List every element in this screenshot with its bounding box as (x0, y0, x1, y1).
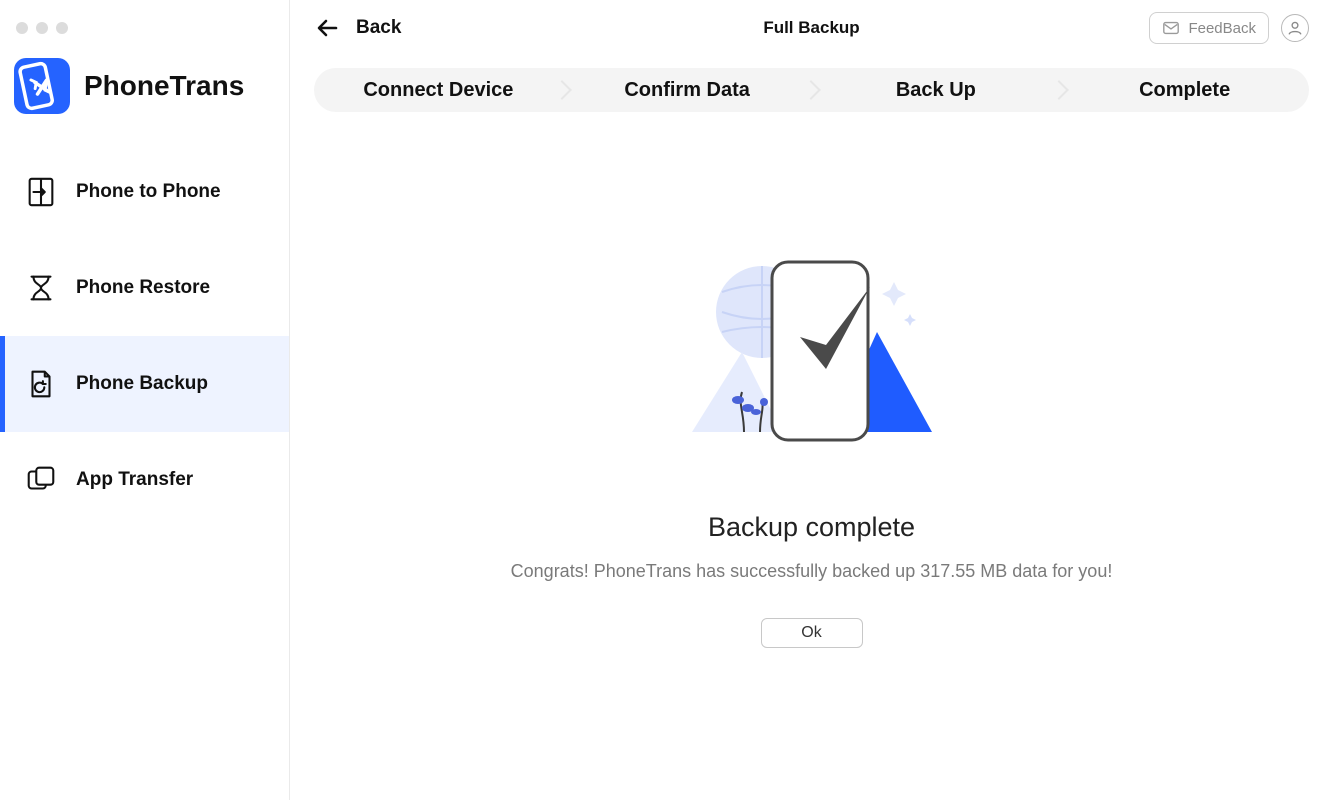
phone-to-phone-icon (24, 175, 58, 209)
page-title: Full Backup (763, 18, 859, 38)
window-control-zoom[interactable] (56, 22, 68, 34)
ok-button[interactable]: Ok (761, 618, 863, 648)
window-control-close[interactable] (16, 22, 28, 34)
content-area: Backup complete Congrats! PhoneTrans has… (290, 112, 1333, 800)
window-control-minimize[interactable] (36, 22, 48, 34)
topbar-right: FeedBack (1149, 12, 1309, 44)
ok-label: Ok (801, 624, 821, 642)
brand: PhoneTrans (0, 44, 289, 144)
main-panel: Back Full Backup FeedBack Connect Device… (290, 0, 1333, 800)
sidebar-item-label: Phone Restore (76, 277, 210, 299)
window-controls (0, 10, 289, 44)
back-button[interactable]: Back (314, 14, 401, 42)
user-icon (1286, 19, 1304, 37)
hourglass-icon (24, 271, 58, 305)
brand-name: PhoneTrans (84, 70, 244, 102)
account-button[interactable] (1281, 14, 1309, 42)
sidebar-item-label: Phone Backup (76, 373, 208, 395)
sidebar-item-label: Phone to Phone (76, 181, 221, 203)
result-title: Backup complete (708, 512, 915, 543)
sidebar-item-app-transfer[interactable]: App Transfer (0, 432, 289, 528)
mail-icon (1162, 19, 1180, 37)
step-confirm-data: Confirm Data (563, 79, 812, 102)
app-transfer-icon (24, 463, 58, 497)
sidebar-nav: Phone to Phone Phone Restore (0, 144, 289, 528)
backup-complete-illustration (682, 242, 942, 462)
step-complete: Complete (1060, 79, 1309, 102)
sidebar: PhoneTrans Phone to Phone (0, 0, 290, 800)
sidebar-item-label: App Transfer (76, 469, 193, 491)
step-back-up: Back Up (812, 79, 1061, 102)
back-label: Back (356, 17, 401, 39)
brand-logo-icon (14, 58, 70, 114)
progress-steps: Connect Device Confirm Data Back Up Comp… (314, 68, 1309, 112)
sidebar-item-phone-restore[interactable]: Phone Restore (0, 240, 289, 336)
feedback-label: FeedBack (1188, 20, 1256, 37)
sidebar-item-phone-backup[interactable]: Phone Backup (0, 336, 289, 432)
sidebar-item-phone-to-phone[interactable]: Phone to Phone (0, 144, 289, 240)
back-arrow-icon (314, 14, 342, 42)
backup-file-icon (24, 367, 58, 401)
step-connect-device: Connect Device (314, 79, 563, 102)
feedback-button[interactable]: FeedBack (1149, 12, 1269, 44)
topbar: Back Full Backup FeedBack (290, 0, 1333, 56)
result-message: Congrats! PhoneTrans has successfully ba… (511, 561, 1113, 582)
